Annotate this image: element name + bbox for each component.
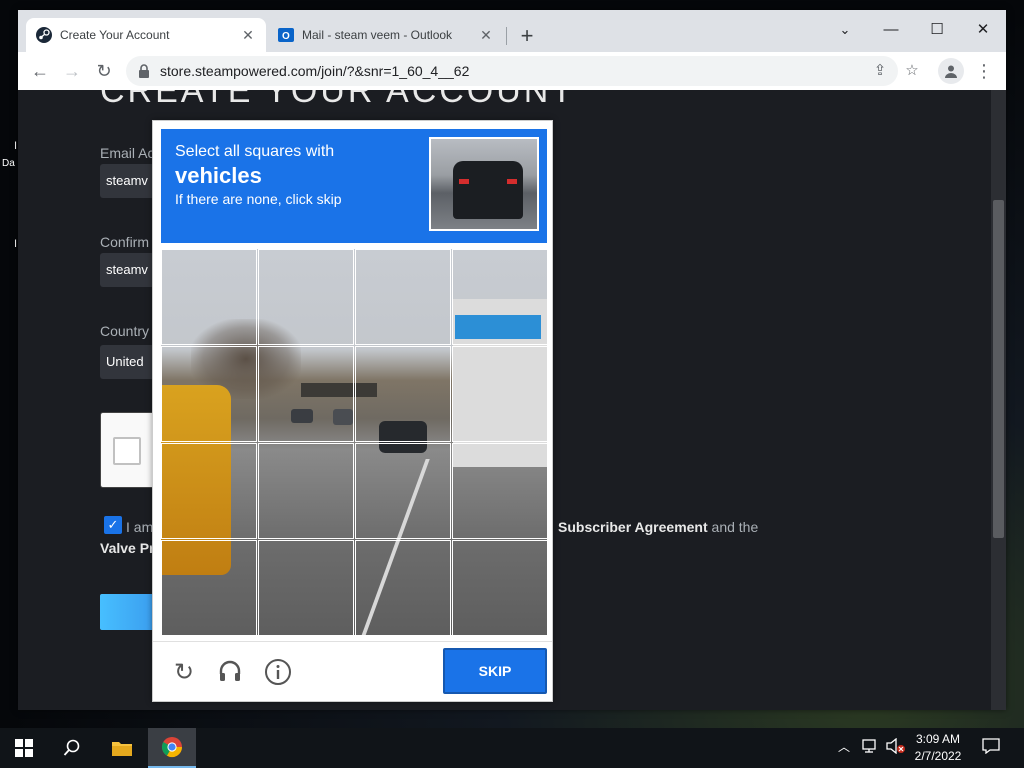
volume-muted-icon[interactable]: [886, 737, 906, 757]
tab-divider: [506, 27, 507, 45]
captcha-tile[interactable]: [258, 249, 354, 345]
page-title: CREATE YOUR ACCOUNT: [100, 90, 576, 110]
system-clock[interactable]: 3:09 AM 2/7/2022: [906, 731, 970, 765]
confirm-email-label: Confirm: [100, 234, 150, 250]
clock-date: 2/7/2022: [914, 749, 962, 763]
back-arrow-icon[interactable]: ←: [28, 59, 52, 83]
captcha-image-grid: [161, 249, 547, 635]
close-window-button[interactable]: ✕: [960, 16, 1006, 44]
profile-avatar-icon[interactable]: [938, 58, 964, 84]
captcha-tile[interactable]: [161, 346, 257, 442]
notifications-icon[interactable]: [982, 738, 1000, 757]
page-scrollbar[interactable]: [991, 90, 1006, 710]
maximize-button[interactable]: ☐: [914, 16, 960, 44]
captcha-tile[interactable]: [452, 443, 547, 539]
tray-chevron-icon[interactable]: ︿: [838, 738, 850, 755]
tab-create-account[interactable]: Create Your Account ✕: [26, 18, 266, 52]
reload-challenge-icon[interactable]: ↻: [169, 658, 199, 688]
captcha-prompt: Select all squares with vehicles If ther…: [161, 129, 547, 243]
windows-icon: [15, 739, 33, 757]
reload-icon[interactable]: ↻: [92, 59, 116, 83]
tab-strip: Create Your Account ✕ O Mail - steam vee…: [18, 10, 1006, 52]
captcha-tile[interactable]: [452, 249, 547, 345]
captcha-sample-image: [429, 137, 539, 231]
search-icon: [63, 739, 80, 756]
taskbar: ︿ 3:09 AM 2/7/2022: [0, 728, 1024, 768]
browser-menu-icon[interactable]: ⋮: [974, 60, 994, 82]
captcha-tile[interactable]: [452, 540, 547, 635]
info-icon[interactable]: [263, 658, 293, 688]
captcha-tile[interactable]: [355, 540, 451, 635]
agree-text: I am: [126, 519, 154, 535]
svg-text:O: O: [282, 31, 290, 42]
agree-text-suffix: Subscriber Agreement and the: [558, 519, 758, 535]
file-explorer-button[interactable]: [98, 728, 146, 768]
agree-suffix-after: and the: [707, 519, 759, 535]
sample-car: [453, 161, 523, 219]
folder-icon: [112, 742, 132, 756]
captcha-tile[interactable]: [355, 249, 451, 345]
address-bar[interactable]: store.steampowered.com/join/?&snr=1_60_4…: [126, 56, 898, 86]
start-button[interactable]: [0, 728, 48, 768]
close-tab-icon[interactable]: ✕: [478, 27, 494, 43]
captcha-tile[interactable]: [161, 249, 257, 345]
valve-privacy-link[interactable]: Valve Pr: [100, 540, 155, 556]
captcha-tile[interactable]: [161, 540, 257, 635]
captcha-tile[interactable]: [355, 346, 451, 442]
share-icon[interactable]: ⇪: [868, 60, 892, 82]
audio-challenge-icon[interactable]: [215, 658, 245, 688]
network-icon[interactable]: [862, 738, 880, 757]
email-label: Email Ac: [100, 145, 155, 161]
minimize-button[interactable]: —: [868, 16, 914, 44]
scrollbar-thumb[interactable]: [993, 200, 1004, 538]
captcha-tile[interactable]: [258, 540, 354, 635]
captcha-tile[interactable]: [452, 346, 547, 442]
lock-icon[interactable]: [138, 64, 152, 78]
captcha-footer: ↻ SKIP: [153, 641, 552, 701]
captcha-tile[interactable]: [258, 443, 354, 539]
close-tab-icon[interactable]: ✕: [240, 27, 256, 43]
agree-checkbox[interactable]: ✓: [104, 516, 122, 534]
tab-search-icon[interactable]: ⌄: [822, 16, 868, 44]
desktop-icon-label[interactable]: Da: [2, 158, 15, 169]
recaptcha-checkbox[interactable]: [113, 437, 141, 465]
captcha-tile[interactable]: [258, 346, 354, 442]
url-text: store.steampowered.com/join/?&snr=1_60_4…: [160, 63, 470, 79]
tab-title: Mail - steam veem - Outlook: [302, 28, 453, 42]
steam-icon: [36, 27, 52, 43]
captcha-challenge: Select all squares with vehicles If ther…: [152, 120, 553, 702]
chrome-icon: [161, 737, 183, 758]
new-tab-button[interactable]: +: [514, 24, 540, 50]
search-button[interactable]: [48, 728, 96, 768]
tab-outlook-mail[interactable]: O Mail - steam veem - Outlook ✕: [268, 18, 504, 52]
tab-title: Create Your Account: [60, 28, 170, 42]
browser-toolbar: ← → ↻ store.steampowered.com/join/?&snr=…: [18, 52, 1006, 90]
subscriber-agreement-link[interactable]: Subscriber Agreement: [558, 519, 708, 535]
clock-time: 3:09 AM: [915, 732, 961, 746]
skip-button[interactable]: SKIP: [443, 648, 547, 694]
outlook-icon: O: [278, 27, 294, 43]
chrome-taskbar-button[interactable]: [148, 728, 196, 768]
desktop-icon-label[interactable]: I: [14, 238, 17, 250]
captcha-tile[interactable]: [161, 443, 257, 539]
country-label: Country: [100, 323, 150, 339]
desktop-icon-label[interactable]: I: [14, 140, 17, 152]
captcha-tile[interactable]: [355, 443, 451, 539]
bookmark-star-icon[interactable]: ☆: [900, 60, 924, 82]
forward-arrow-icon[interactable]: →: [60, 59, 84, 83]
